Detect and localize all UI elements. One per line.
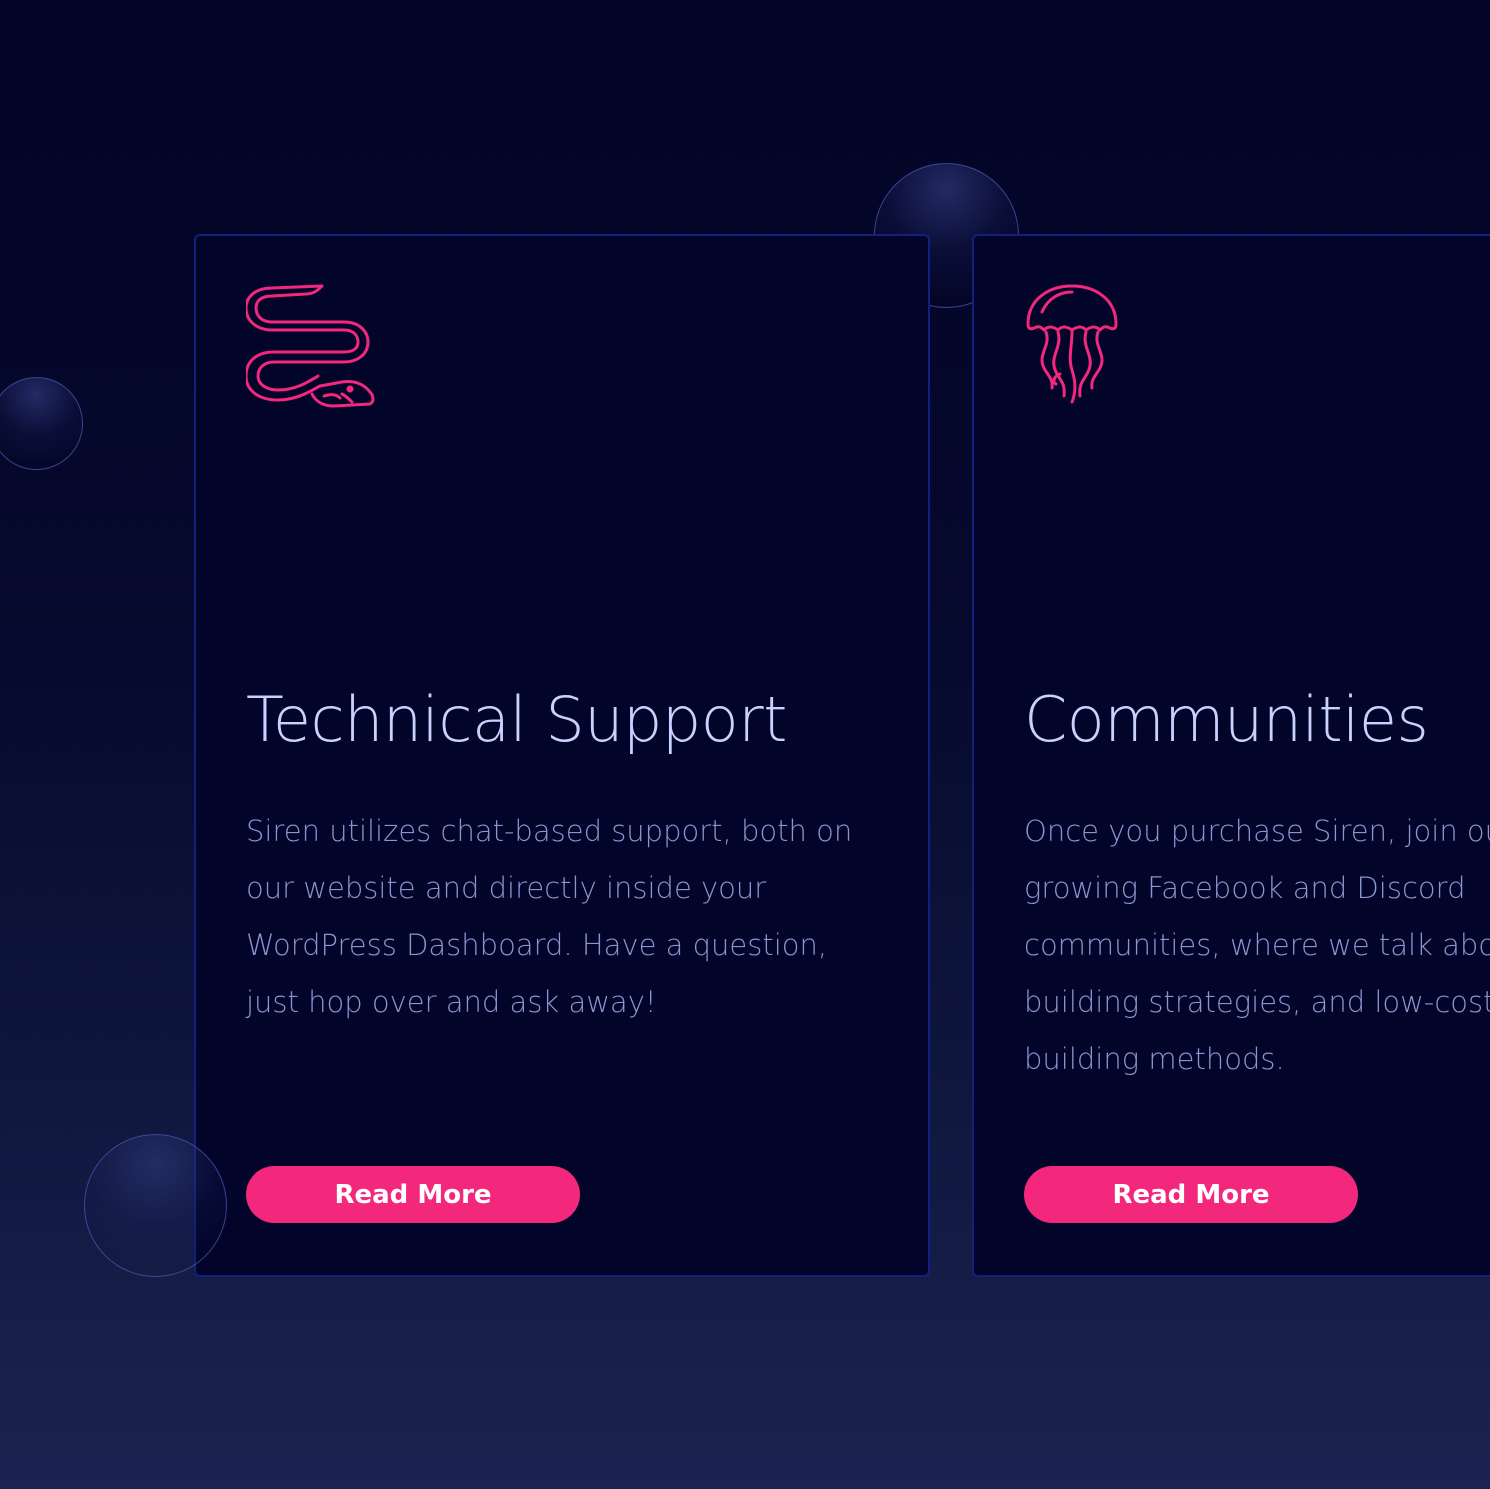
eel-icon <box>244 284 378 416</box>
card-title: Communities <box>1024 683 1429 756</box>
description-line: Once you purchase Siren, join our <box>1024 814 1490 848</box>
description-line: WordPress Dashboard. Have a question, <box>246 928 828 962</box>
description-line: growing Facebook and Discord <box>1024 871 1466 905</box>
decorative-bubble-bottom <box>84 1134 227 1277</box>
jellyfish-icon <box>1024 284 1120 408</box>
technical-support-card: Technical Support Siren utilizes chat-ba… <box>194 234 930 1277</box>
read-more-button[interactable]: Read More <box>246 1166 580 1223</box>
description-line: communities, where we talk about <box>1024 928 1490 962</box>
card-description: Siren utilizes chat-based support, both … <box>246 803 852 1031</box>
card-title: Technical Support <box>246 683 788 756</box>
card-description: Once you purchase Siren, join our growin… <box>1024 803 1490 1088</box>
decorative-bubble-left <box>0 377 83 470</box>
description-line: our website and directly inside your <box>246 871 767 905</box>
description-line: building methods. <box>1024 1042 1285 1076</box>
read-more-button[interactable]: Read More <box>1024 1166 1358 1223</box>
communities-card: Communities Once you purchase Siren, joi… <box>972 234 1490 1277</box>
description-line: just hop over and ask away! <box>246 985 657 1019</box>
description-line: building strategies, and low-cost <box>1024 985 1490 1019</box>
description-line: Siren utilizes chat-based support, both … <box>246 814 853 848</box>
